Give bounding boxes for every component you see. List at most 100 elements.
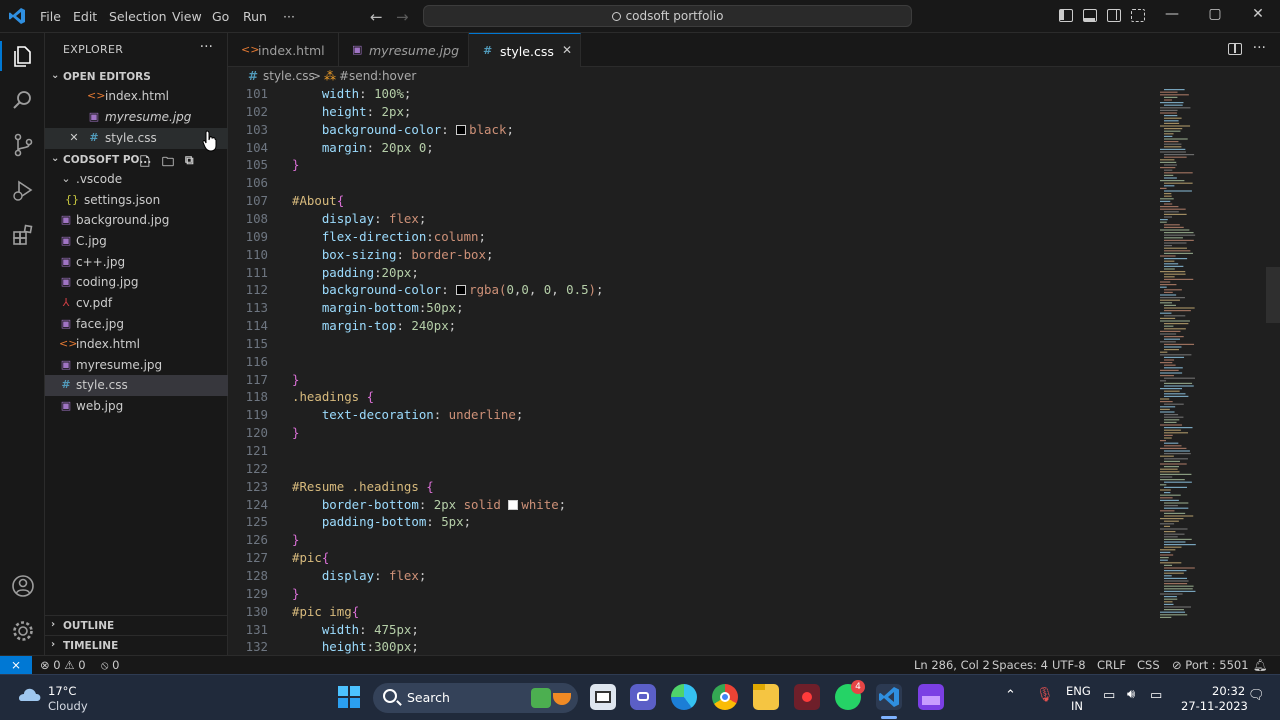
toggle-secondary-sidebar-icon[interactable]: [1107, 9, 1121, 22]
windows-start-icon[interactable]: [338, 686, 360, 708]
code-line[interactable]: 124 border-bottom: 2px solid white;: [228, 497, 1158, 515]
minimap[interactable]: [1158, 87, 1268, 655]
indentation[interactable]: Spaces: 4: [992, 658, 1048, 672]
open-editor-item[interactable]: ▣ myresume.jpg: [45, 107, 228, 128]
breadcrumb-file[interactable]: style.css: [263, 69, 315, 83]
code-line[interactable]: 117}: [228, 372, 1158, 390]
code-line[interactable]: 111 padding:20px;: [228, 265, 1158, 283]
tree-item[interactable]: <> index.html: [45, 334, 228, 355]
code-line[interactable]: 131 width: 475px;: [228, 622, 1158, 640]
volume-icon[interactable]: 🔊︎: [1127, 687, 1135, 702]
show-hidden-icons-chevron-up-icon[interactable]: ⌃: [1005, 688, 1016, 703]
tree-item[interactable]: ▣ c++.jpg: [45, 252, 228, 273]
open-editor-item[interactable]: <> index.html: [45, 86, 228, 107]
vscode-logo-icon[interactable]: [8, 7, 26, 25]
tree-folder-vscode[interactable]: ⌄ .vscode: [45, 169, 228, 190]
code-line[interactable]: 132 height:300px;: [228, 639, 1158, 655]
window-minimize-button[interactable]: —: [1162, 6, 1182, 22]
code-line[interactable]: 101 width: 100%;: [228, 87, 1158, 104]
vscode-taskbar-icon[interactable]: [876, 684, 902, 710]
problems-indicator[interactable]: ⊗ 0 ⚠ 0: [40, 658, 86, 672]
customize-layout-icon[interactable]: [1131, 9, 1145, 22]
whatsapp-icon[interactable]: 4: [835, 680, 865, 710]
code-line[interactable]: 123 #Resume .headings {: [228, 479, 1158, 497]
live-server-port[interactable]: ⊘ Port : 5501: [1172, 658, 1249, 672]
explorer-icon[interactable]: [10, 43, 36, 69]
accounts-icon[interactable]: [10, 573, 36, 599]
menu-view[interactable]: View: [172, 9, 202, 24]
code-line[interactable]: 108 display: flex;: [228, 211, 1158, 229]
encoding[interactable]: UTF-8: [1052, 658, 1086, 672]
screen-recorder-icon[interactable]: [794, 684, 820, 710]
code-line[interactable]: 119 text-decoration: underline;: [228, 407, 1158, 425]
clipchamp-icon[interactable]: [918, 684, 944, 710]
notifications-bell-icon[interactable]: 🔔︎: [1253, 658, 1268, 672]
code-line[interactable]: 120}: [228, 425, 1158, 443]
language-mode[interactable]: CSS: [1137, 658, 1160, 672]
tree-item-selected[interactable]: # style.css: [45, 375, 228, 396]
notification-center-icon[interactable]: 🗨︎: [1248, 688, 1265, 703]
tab-myresume-jpg[interactable]: ▣ myresume.jpg: [339, 33, 469, 67]
tab-style-css[interactable]: # style.css ✕: [469, 33, 581, 68]
tab-more-actions[interactable]: ···: [1253, 40, 1266, 56]
split-editor-icon[interactable]: [1228, 43, 1242, 55]
nav-back-button[interactable]: ←: [370, 8, 383, 26]
code-line[interactable]: 110 box-sizing: border-box;: [228, 247, 1158, 265]
close-icon[interactable]: ✕: [67, 131, 81, 144]
menu-selection[interactable]: Selection: [109, 9, 167, 24]
tree-item[interactable]: ▣ C.jpg: [45, 231, 228, 252]
task-view-icon[interactable]: [590, 684, 616, 710]
color-swatch[interactable]: [508, 499, 519, 510]
code-line[interactable]: 115: [228, 336, 1158, 354]
language-indicator-bottom[interactable]: IN: [1071, 699, 1083, 713]
code-line[interactable]: 114 margin-top: 240px;: [228, 318, 1158, 336]
window-maximize-button[interactable]: ▢: [1205, 6, 1225, 22]
code-line[interactable]: 106: [228, 175, 1158, 193]
tab-index-html[interactable]: <> index.html: [228, 33, 339, 67]
color-swatch[interactable]: [456, 124, 467, 135]
battery-icon[interactable]: ▭: [1150, 688, 1162, 703]
collapse-all-icon[interactable]: ⧉: [185, 153, 194, 168]
menu-go[interactable]: Go: [212, 9, 229, 24]
breadcrumb-symbol[interactable]: #send:hover: [339, 69, 416, 83]
command-center-search[interactable]: codsoft portfolio: [423, 5, 912, 27]
editor-scrollbar[interactable]: [1266, 87, 1280, 655]
code-line[interactable]: 128 display: flex;: [228, 568, 1158, 586]
code-line[interactable]: 113 margin-bottom:50px;: [228, 300, 1158, 318]
file-explorer-icon[interactable]: [753, 684, 779, 710]
code-line[interactable]: 116: [228, 354, 1158, 372]
code-line[interactable]: 112 background-color: rgba(0,0, 0, 0.5);: [228, 282, 1158, 300]
end-of-line[interactable]: CRLF: [1097, 658, 1126, 672]
code-line[interactable]: 118 .headings {: [228, 389, 1158, 407]
tree-item[interactable]: ⅄ cv.pdf: [45, 293, 228, 314]
remote-indicator-button[interactable]: ⨯: [0, 656, 32, 675]
cloudy-weather-icon[interactable]: [16, 686, 42, 702]
nav-forward-button[interactable]: →: [396, 8, 409, 26]
ports-indicator[interactable]: ⦸ 0: [101, 658, 119, 673]
clock-date[interactable]: 27-11-2023: [1181, 699, 1248, 713]
close-tab-icon[interactable]: ✕: [562, 43, 572, 57]
code-line[interactable]: 122: [228, 461, 1158, 479]
window-close-button[interactable]: ✕: [1248, 6, 1268, 22]
weather-label[interactable]: Cloudy: [48, 699, 88, 713]
explorer-more-actions[interactable]: ···: [200, 39, 213, 55]
tree-item[interactable]: ▣ coding.jpg: [45, 272, 228, 293]
source-control-icon[interactable]: [10, 132, 36, 158]
menu-run[interactable]: Run: [243, 9, 267, 24]
open-editor-item-active[interactable]: ✕ # style.css: [45, 128, 228, 152]
color-swatch[interactable]: [456, 285, 467, 296]
code-line[interactable]: 109 flex-direction:column;: [228, 229, 1158, 247]
tree-item[interactable]: ▣ web.jpg: [45, 396, 228, 417]
menu-file[interactable]: File: [40, 9, 61, 24]
manage-gear-icon[interactable]: [10, 618, 36, 644]
code-line[interactable]: 130 #pic img{: [228, 604, 1158, 622]
code-line[interactable]: 121: [228, 443, 1158, 461]
network-icon[interactable]: ▭: [1103, 688, 1115, 703]
menu-edit[interactable]: Edit: [73, 9, 97, 24]
code-line[interactable]: 103 background-color: black;: [228, 122, 1158, 140]
tree-item[interactable]: {} settings.json: [45, 190, 228, 211]
tree-item[interactable]: ▣ background.jpg: [45, 210, 228, 231]
code-line[interactable]: 125 padding-bottom: 5px;: [228, 514, 1158, 532]
edge-browser-icon[interactable]: [671, 684, 697, 710]
open-editors-header[interactable]: ⌄ OPEN EDITORS: [45, 67, 228, 87]
